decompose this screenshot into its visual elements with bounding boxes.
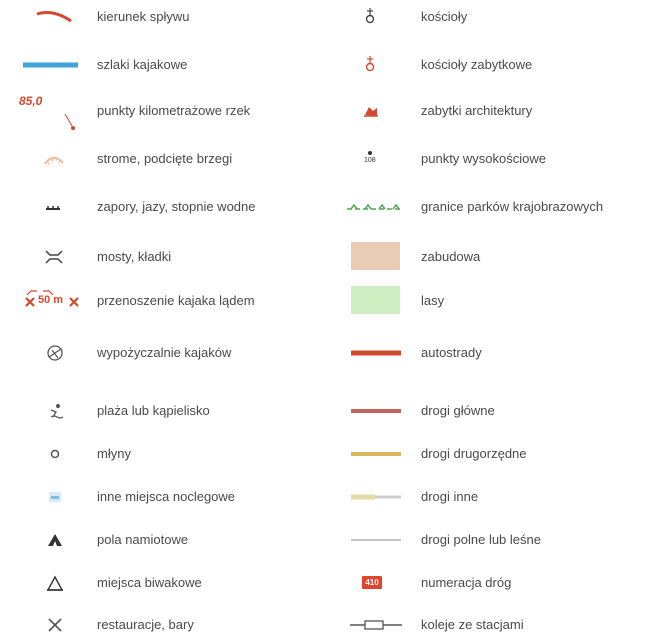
steep-bank-icon xyxy=(15,144,95,174)
legend-label: punkty wysokościowe xyxy=(421,151,546,166)
river-km-marker-icon xyxy=(15,104,95,134)
legend-item-railways: koleje ze stacjami xyxy=(340,610,657,640)
beach-swimming-icon xyxy=(15,396,95,426)
secondary-road-line-icon xyxy=(340,439,420,469)
legend-label: numeracja dróg xyxy=(421,575,512,590)
legend-item-field-roads: drogi polne lub leśne xyxy=(340,525,657,555)
legend-item-secondary-roads: drogi drugorzędne xyxy=(340,439,657,469)
built-up-area-swatch xyxy=(340,242,420,272)
legend-label: pola namiotowe xyxy=(97,532,189,547)
legend-label: kierunek spływu xyxy=(97,9,190,24)
bivouac-icon xyxy=(15,568,95,598)
legend-item-park-borders: granice parków krajobrazowych xyxy=(340,192,657,222)
legend-label: wypożyczalnie kajaków xyxy=(97,345,232,360)
legend-label: lasy xyxy=(421,293,445,308)
legend-item-architecture: zabytki architektury xyxy=(340,96,657,126)
legend-item-flow-direction: kierunek spływu xyxy=(0,2,320,32)
legend-item-mills: młyny xyxy=(0,439,320,469)
legend-label: zabytki architektury xyxy=(421,103,533,118)
portage-icon: 50 m xyxy=(0,286,92,316)
legend-label: strome, podcięte brzegi xyxy=(97,151,233,166)
dam-weir-icon xyxy=(15,192,95,222)
portage-distance-text: 50 m xyxy=(38,294,64,306)
legend-item-road-numbers: 410 numeracja dróg xyxy=(340,568,657,598)
legend-label: granice parków krajobrazowych xyxy=(421,199,604,214)
legend-label: autostrady xyxy=(421,345,482,360)
architecture-monument-icon xyxy=(340,96,420,126)
legend-item-dams: zapory, jazy, stopnie wodne xyxy=(0,192,320,222)
legend-item-motorways: autostrady xyxy=(340,338,657,368)
road-number-text: 410 xyxy=(362,576,382,589)
legend-item-restaurants: restauracje, bary xyxy=(0,610,320,640)
elevation-value-text: 108 xyxy=(364,157,376,164)
elevation-point-icon: 108 xyxy=(340,144,420,174)
bridge-icon xyxy=(15,242,95,272)
legend-item-portage: 50 m przenoszenie kajaka lądem xyxy=(0,286,320,316)
map-legend: kierunek spływu szlaki kajakowe 85,0 pun… xyxy=(0,0,657,639)
legend-label: punkty kilometrażowe rzek xyxy=(97,103,251,118)
legend-item-steep-banks: strome, podcięte brzegi xyxy=(0,144,320,174)
kayak-rental-icon xyxy=(15,338,95,368)
church-icon xyxy=(340,2,420,32)
legend-label: drogi inne xyxy=(421,489,479,504)
legend-item-churches: kościoły xyxy=(340,2,657,32)
legend-item-river-km: 85,0 punkty kilometrażowe rzek xyxy=(0,94,320,136)
legend-label: restauracje, bary xyxy=(97,617,194,632)
legend-item-kayak-trails: szlaki kajakowe xyxy=(0,50,320,80)
legend-label: miejsca biwakowe xyxy=(97,575,202,590)
legend-item-bivouac: miejsca biwakowe xyxy=(0,568,320,598)
kayak-trail-line-icon xyxy=(15,50,95,80)
legend-item-main-roads: drogi główne xyxy=(340,396,657,426)
legend-item-built-up: zabudowa xyxy=(340,242,657,272)
legend-label: mosty, kładki xyxy=(97,249,172,264)
park-border-line-icon xyxy=(340,192,420,222)
legend-label: plaża lub kąpielisko xyxy=(97,403,210,418)
forest-area-swatch xyxy=(340,286,420,316)
legend-item-other-roads: drogi inne xyxy=(340,482,657,512)
legend-label: szlaki kajakowe xyxy=(97,57,188,72)
legend-label: młyny xyxy=(97,446,131,461)
legend-label: zabudowa xyxy=(421,249,481,264)
legend-item-kayak-rental: wypożyczalnie kajaków xyxy=(0,338,320,368)
legend-label: koleje ze stacjami xyxy=(421,617,524,632)
historic-church-icon xyxy=(340,50,420,80)
legend-label: drogi drugorzędne xyxy=(421,446,527,461)
other-road-line-icon xyxy=(340,482,420,512)
legend-item-historic-churches: kościoły zabytkowe xyxy=(340,50,657,80)
legend-label: kościoły zabytkowe xyxy=(421,57,533,72)
legend-label: drogi polne lub leśne xyxy=(421,532,541,547)
legend-label: przenoszenie kajaka lądem xyxy=(97,293,255,308)
accommodation-icon xyxy=(15,482,95,512)
main-road-line-icon xyxy=(340,396,420,426)
restaurant-icon xyxy=(15,610,95,640)
motorway-line-icon xyxy=(340,338,420,368)
legend-item-other-accommodation: inne miejsca noclegowe xyxy=(0,482,320,512)
legend-label: inne miejsca noclegowe xyxy=(97,489,236,504)
legend-item-bridges: mosty, kładki xyxy=(0,242,320,272)
field-road-line-icon xyxy=(340,525,420,555)
flow-direction-icon xyxy=(15,2,95,32)
mill-icon xyxy=(15,439,95,469)
tent-icon xyxy=(15,525,95,555)
legend-label: kościoły xyxy=(421,9,468,24)
legend-item-beach: plaża lub kąpielisko xyxy=(0,396,320,426)
legend-item-elevation: 108 punkty wysokościowe xyxy=(340,144,657,174)
railway-station-icon xyxy=(340,610,420,640)
legend-label: drogi główne xyxy=(421,403,495,418)
legend-item-campsites: pola namiotowe xyxy=(0,525,320,555)
legend-item-forests: lasy xyxy=(340,286,657,316)
road-number-badge: 410 xyxy=(340,568,420,598)
legend-label: zapory, jazy, stopnie wodne xyxy=(97,199,256,214)
